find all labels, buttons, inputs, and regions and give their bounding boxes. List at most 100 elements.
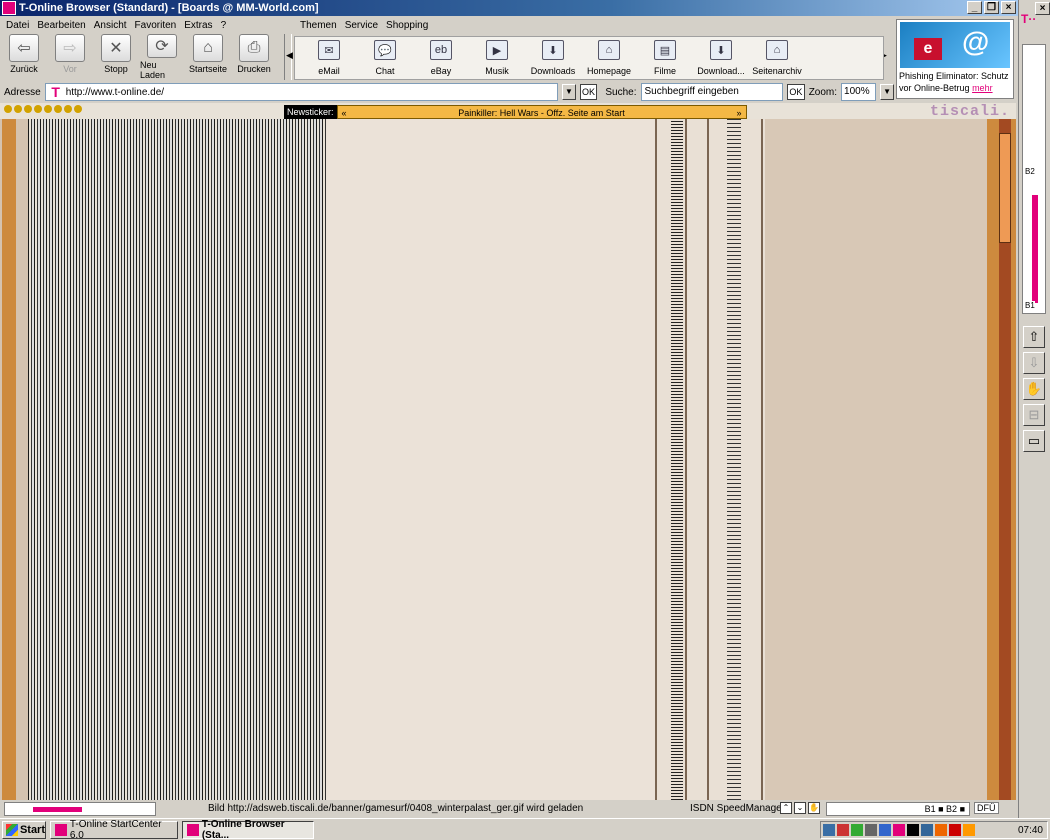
- secondary-menu-bar: Themen Service Shopping: [296, 17, 896, 33]
- tray-icon[interactable]: [963, 824, 975, 836]
- maximize-button[interactable]: ❐: [984, 1, 999, 14]
- search-go-button[interactable]: OK: [787, 84, 805, 100]
- scroll-down-icon[interactable]: ⇩: [1023, 352, 1045, 374]
- tray-icon[interactable]: [851, 824, 863, 836]
- progress-fill: [33, 807, 82, 812]
- navigation-toolbar: ⇦ Zurück ⇨ Vor ✕ Stopp ⟳ Neu Laden ⌂ Sta…: [2, 34, 282, 80]
- zoom-select[interactable]: 100%: [841, 83, 877, 101]
- sidebar-close-button[interactable]: ×: [1035, 2, 1050, 15]
- print-button[interactable]: ⎙ Drucken: [232, 34, 276, 80]
- task-browser[interactable]: T-Online Browser (Sta...: [182, 819, 314, 840]
- tray-icon[interactable]: [921, 824, 933, 836]
- menu-service[interactable]: Service: [345, 20, 378, 31]
- ad-banner-image[interactable]: e @: [900, 22, 1010, 68]
- tray-icon[interactable]: [935, 824, 947, 836]
- zoom-label: Zoom:: [808, 86, 838, 98]
- tray-icon[interactable]: [893, 824, 905, 836]
- search-input[interactable]: Suchbegriff eingeben: [640, 83, 784, 101]
- url-go-button[interactable]: OK: [579, 84, 598, 100]
- service-button-filme[interactable]: ▤ Filme: [637, 37, 693, 79]
- reload-icon: ⟳: [147, 34, 177, 58]
- service-button-musik[interactable]: ▶ Musik: [469, 37, 525, 79]
- web-content[interactable]: Newsticker: « Painkiller: Hell Wars - Of…: [0, 103, 1016, 800]
- newsticker-body[interactable]: « Painkiller: Hell Wars - Offz. Seite am…: [336, 105, 747, 120]
- url-dropdown-button[interactable]: ▼: [562, 84, 576, 100]
- taskbar: Start T-Online StartCenter 6.0 T-Online …: [0, 818, 1050, 840]
- tray-icon[interactable]: [823, 824, 835, 836]
- ticker-prev-button[interactable]: «: [342, 106, 347, 120]
- start-button[interactable]: Start: [2, 821, 46, 839]
- menu-themen[interactable]: Themen: [300, 20, 337, 31]
- email-e-logo: e: [914, 38, 942, 60]
- bandwidth-meter: B2 B1: [1022, 44, 1046, 314]
- print-label: Drucken: [237, 64, 271, 74]
- partner-logos[interactable]: [4, 105, 82, 113]
- menu-help[interactable]: ?: [221, 20, 227, 31]
- home-icon: ⌂: [193, 34, 223, 62]
- stop-label: Stopp: [104, 64, 128, 74]
- tray-icon[interactable]: [949, 824, 961, 836]
- hand-icon[interactable]: ✋: [1023, 378, 1045, 400]
- tiscali-logo[interactable]: tiscali.: [930, 103, 1010, 120]
- menu-extras[interactable]: Extras: [184, 20, 212, 31]
- task-startcenter[interactable]: T-Online StartCenter 6.0: [50, 819, 178, 840]
- phishing-ad[interactable]: e @ Phishing Eliminator: Schutz vor Onli…: [896, 19, 1014, 99]
- speed-up-icon[interactable]: ⌃: [780, 802, 792, 814]
- service-button-email[interactable]: ✉ eMail: [301, 37, 357, 79]
- striped-block-left: [28, 119, 326, 800]
- menu-shopping[interactable]: Shopping: [386, 20, 428, 31]
- window-icon[interactable]: ▭: [1023, 430, 1045, 452]
- tray-icon[interactable]: [865, 824, 877, 836]
- zoom-dropdown-button[interactable]: ▼: [880, 84, 894, 100]
- page-scrollbar[interactable]: [987, 119, 1016, 800]
- service-button-ebay[interactable]: eb eBay: [413, 37, 469, 79]
- film-icon: ▤: [654, 40, 676, 60]
- newsticker-label: Newsticker:: [284, 105, 337, 119]
- home-button[interactable]: ⌂ Startseite: [186, 34, 230, 80]
- service-button-download[interactable]: ⬇ Download...: [693, 37, 749, 79]
- url-field[interactable]: T http://www.t-online.de/: [44, 83, 559, 101]
- tray-icon[interactable]: [907, 824, 919, 836]
- stop-x-icon: ✕: [101, 34, 131, 62]
- status-bar: Bild http://adsweb.tiscali.de/banner/gam…: [0, 800, 1016, 818]
- forward-button[interactable]: ⇨ Vor: [48, 34, 92, 80]
- tray-icon[interactable]: [879, 824, 891, 836]
- title-bar: T-Online Browser (Standard) - [Boards @ …: [0, 0, 1018, 16]
- menu-ansicht[interactable]: Ansicht: [94, 20, 127, 31]
- service-button-chat[interactable]: 💬 Chat: [357, 37, 413, 79]
- printer-icon: ⎙: [239, 34, 269, 62]
- service-button-label: Chat: [375, 66, 395, 76]
- download-icon: ⬇: [542, 40, 564, 60]
- newsticker-text[interactable]: Painkiller: Hell Wars - Offz. Seite am S…: [458, 108, 625, 118]
- meter-b2-label: B2: [1025, 167, 1035, 176]
- close-button[interactable]: ×: [1001, 1, 1016, 14]
- service-button-downloads[interactable]: ⬇ Downloads: [525, 37, 581, 79]
- menu-bar: Datei Bearbeiten Ansicht Favoriten Extra…: [0, 17, 290, 33]
- stop-button[interactable]: ✕ Stopp: [94, 34, 138, 80]
- speed-hand-icon[interactable]: ✋: [808, 802, 820, 814]
- forward-arrow-icon: ⇨: [55, 34, 85, 62]
- dfue-indicator[interactable]: DFÜ: [974, 802, 999, 814]
- service-button-homepage[interactable]: ⌂ Homepage: [581, 37, 637, 79]
- speed-down-icon[interactable]: ⌄: [794, 802, 806, 814]
- newsticker: Newsticker: « Painkiller: Hell Wars - Of…: [284, 105, 747, 119]
- reload-button[interactable]: ⟳ Neu Laden: [140, 34, 184, 80]
- chat-icon: 💬: [374, 40, 396, 60]
- scrollbar-thumb[interactable]: [999, 133, 1011, 243]
- menu-datei[interactable]: Datei: [6, 20, 29, 31]
- menu-favoriten[interactable]: Favoriten: [135, 20, 177, 31]
- startcenter-icon: [55, 824, 67, 836]
- back-button[interactable]: ⇦ Zurück: [2, 34, 46, 80]
- tray-icon[interactable]: [837, 824, 849, 836]
- ticker-next-button[interactable]: »: [737, 106, 742, 120]
- minimize-button[interactable]: _: [967, 1, 982, 14]
- tool-icon[interactable]: ⊟: [1023, 404, 1045, 426]
- task-startcenter-label: T-Online StartCenter 6.0: [69, 819, 162, 840]
- toolbar-scroll-left-icon[interactable]: ◀: [286, 50, 293, 62]
- menu-bearbeiten[interactable]: Bearbeiten: [37, 20, 85, 31]
- speed-controls: ⌃ ⌄ ✋: [780, 802, 820, 814]
- scroll-up-icon[interactable]: ⇧: [1023, 326, 1045, 348]
- telekom-t-icon: T: [51, 84, 60, 100]
- service-button-seitenarchiv[interactable]: ⌂ Seitenarchiv: [749, 37, 805, 79]
- ad-more-link[interactable]: mehr: [972, 83, 993, 93]
